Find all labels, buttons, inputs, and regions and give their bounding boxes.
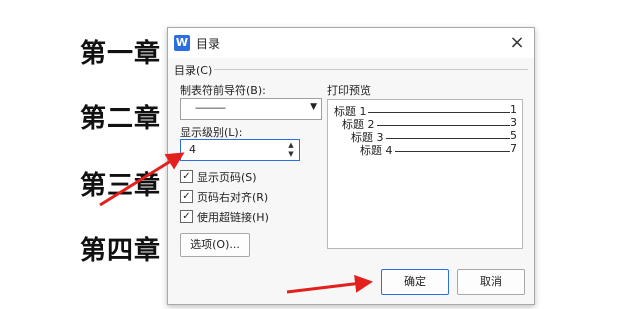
red-arrow-to-ok-button bbox=[286, 274, 373, 294]
annotation-arrows bbox=[99, 152, 373, 294]
red-arrow-to-display-level bbox=[99, 152, 185, 207]
